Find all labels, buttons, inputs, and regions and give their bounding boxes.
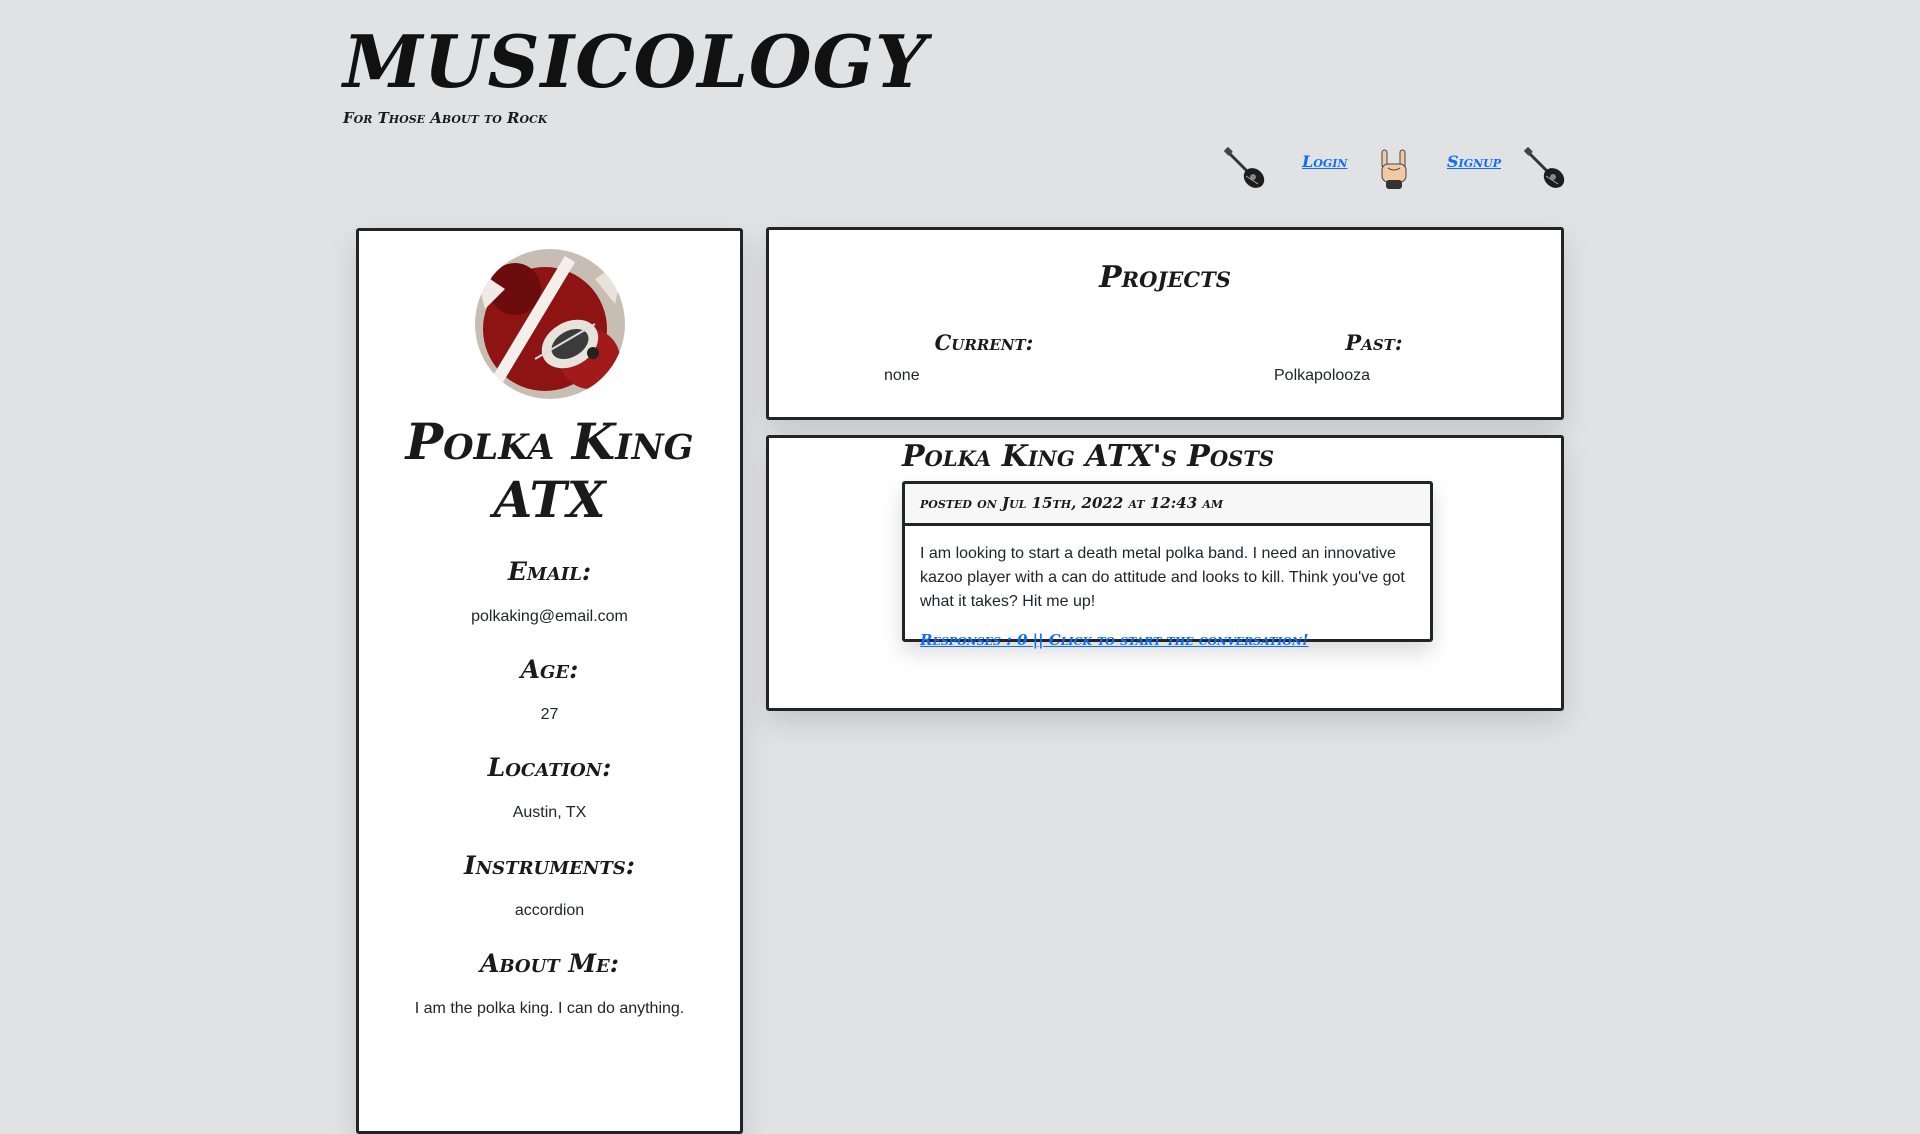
- current-projects: Current: none: [864, 330, 1104, 385]
- post-card: posted on Jul 15th, 2022 at 12:43 am I a…: [902, 481, 1433, 649]
- site-tagline: For Those About to Rock: [343, 109, 548, 128]
- site-title: MUSICOLOGY: [343, 19, 928, 104]
- post-body: I am looking to start a death metal polk…: [905, 526, 1430, 653]
- guitar-icon: [1524, 147, 1565, 188]
- age-label: Age:: [520, 655, 579, 684]
- top-nav: Login Signup: [1220, 146, 1580, 196]
- about-label: About Me:: [479, 949, 620, 978]
- site-header: MUSICOLOGY For Those About to Rock: [343, 22, 927, 127]
- past-label: Past:: [1345, 330, 1403, 355]
- avatar: [474, 249, 625, 399]
- current-label: Current:: [934, 330, 1034, 355]
- post-text: I am looking to start a death metal polk…: [920, 545, 1405, 610]
- current-value: none: [884, 367, 920, 384]
- profile-card: Polka King ATX Email: polkaking@email.co…: [356, 228, 743, 1134]
- instruments-label: Instruments:: [464, 851, 635, 880]
- about-value: I am the polka king. I can do anything.: [414, 1000, 685, 1017]
- post-timestamp: posted on Jul 15th, 2022 at 12:43 am: [905, 484, 1430, 526]
- posts-title: Polka King ATX's Posts: [902, 439, 1275, 474]
- profile-name: Polka King ATX: [405, 412, 694, 529]
- signup-link[interactable]: Signup: [1447, 152, 1501, 171]
- rock-hand-icon: [1381, 149, 1407, 189]
- location-label: Location:: [487, 753, 612, 782]
- email-label: Email:: [507, 557, 592, 586]
- projects-card: Projects Current: none Past: Polkapolooz…: [766, 227, 1564, 420]
- guitar-icon: [1224, 147, 1265, 188]
- location-value: Austin, TX: [512, 804, 587, 821]
- post-responses-link[interactable]: Responses : 0 || Click to start the conv…: [920, 628, 1309, 652]
- projects-title: Projects: [1099, 260, 1231, 295]
- email-value: polkaking@email.com: [471, 608, 628, 625]
- instruments-value: accordion: [514, 902, 585, 919]
- age-value: 27: [540, 706, 559, 723]
- past-value: Polkapolooza: [1274, 367, 1371, 384]
- login-link[interactable]: Login: [1302, 152, 1347, 171]
- past-projects: Past: Polkapolooza: [1254, 330, 1494, 385]
- posts-card: Polka King ATX's Posts posted on Jul 15t…: [766, 435, 1564, 711]
